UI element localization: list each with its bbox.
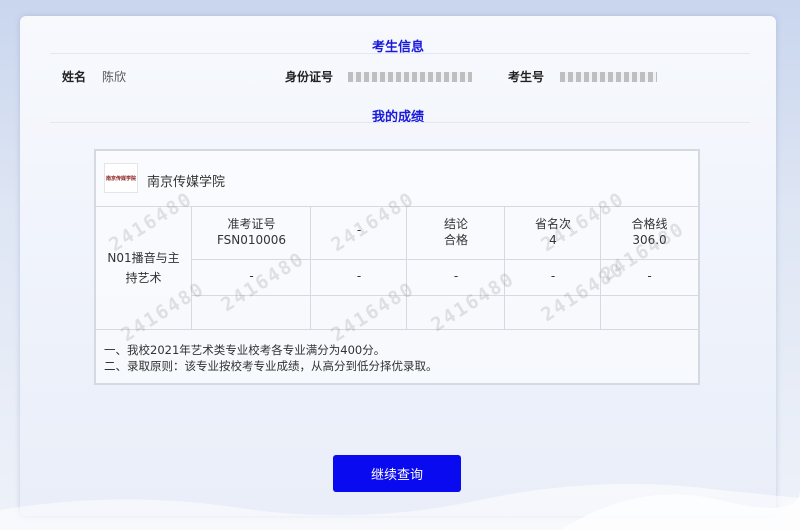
col-header-conclusion: 结论 [443, 217, 468, 231]
id-value-masked [348, 72, 472, 82]
name-value: 陈欣 [102, 70, 127, 84]
divider [50, 53, 750, 54]
result-card: 考生信息 姓名 陈欣 身份证号 考生号 我的成绩 南京传媒学院 南京传媒学院 N… [20, 16, 776, 516]
major-cell: N01播音与主持艺术 [96, 207, 192, 329]
row2-cell: - [453, 269, 459, 283]
row2-cell: - [249, 269, 254, 283]
row-divider [192, 295, 698, 296]
school-name: 南京传媒学院 [147, 175, 226, 190]
divider [50, 122, 750, 123]
pass-line-value: 306.0 [632, 233, 667, 247]
name-label: 姓名 [62, 70, 87, 84]
candidate-info-row: 姓名 陈欣 身份证号 考生号 [20, 68, 776, 86]
exam-no-label: 考生号 [508, 70, 545, 84]
continue-query-button[interactable]: 继续查询 [333, 455, 461, 492]
row2-cell: - [550, 269, 556, 283]
note-item: 二、录取原则：该专业按校考专业成绩，从高分到低分择优录取。 [104, 359, 438, 373]
notes: 一、我校2021年艺术类专业校考各专业满分为400分。 二、录取原则：该专业按校… [96, 329, 698, 383]
province-rank-value: 4 [549, 233, 557, 247]
col-header-province-rank: 省名次 [534, 217, 571, 231]
school-logo: 南京传媒学院 [104, 163, 138, 193]
score-grid: N01播音与主持艺术 准考证号 FSN010006 - - - 结论 合格 - … [96, 207, 698, 329]
col-value-dash: - [356, 223, 362, 237]
col-header-pass-line: 合格线 [631, 217, 668, 231]
school-header-row: 南京传媒学院 南京传媒学院 [96, 151, 698, 207]
row2-cell: - [356, 269, 362, 283]
note-item: 一、我校2021年艺术类专业校考各专业满分为400分。 [104, 343, 386, 357]
row-divider [192, 259, 698, 260]
id-label: 身份证号 [285, 70, 334, 84]
exam-no-value-masked [560, 72, 657, 82]
ticket-no-value: FSN010006 [216, 233, 287, 247]
conclusion-value: 合格 [443, 233, 468, 247]
col-header-ticket-no: 准考证号 [227, 217, 276, 231]
score-table: 南京传媒学院 南京传媒学院 N01播音与主持艺术 准考证号 FSN010006 … [94, 149, 700, 385]
row2-cell: - [647, 269, 652, 283]
